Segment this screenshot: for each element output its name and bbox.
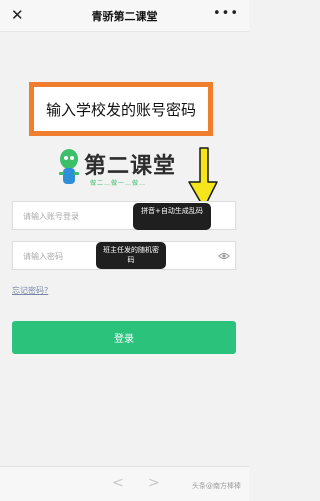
forward-chevron-icon[interactable]: > (148, 476, 160, 490)
more-dots-icon[interactable]: ••• (213, 6, 239, 21)
app-logo: 第二课堂 做二…做一…做… (58, 148, 198, 190)
watermark: 头条@南方棒棒 (192, 482, 241, 490)
annotation-banner-text: 输入学校发的账号密码 (45, 100, 196, 119)
annotation-banner: 输入学校发的账号密码 (29, 82, 213, 136)
logo-title: 第二课堂 (84, 154, 177, 179)
page-title: 青骄第二课堂 (91, 10, 158, 23)
back-chevron-icon[interactable]: < (112, 476, 124, 490)
password-hint-bubble: 班主任发的随机密码 (96, 242, 166, 269)
login-button[interactable]: 登录 (12, 321, 236, 354)
mascot-icon (59, 149, 79, 184)
close-icon[interactable]: ✕ (11, 7, 24, 23)
title-bar: ✕ 青骄第二课堂 ••• (0, 0, 249, 32)
eye-icon[interactable] (218, 251, 230, 261)
logo-slogan: 做二…做一…做… (90, 180, 147, 187)
forgot-password-link[interactable]: 忘记密码? (12, 285, 48, 296)
account-hint-bubble: 拼音+自动生成乱码 (133, 203, 211, 230)
